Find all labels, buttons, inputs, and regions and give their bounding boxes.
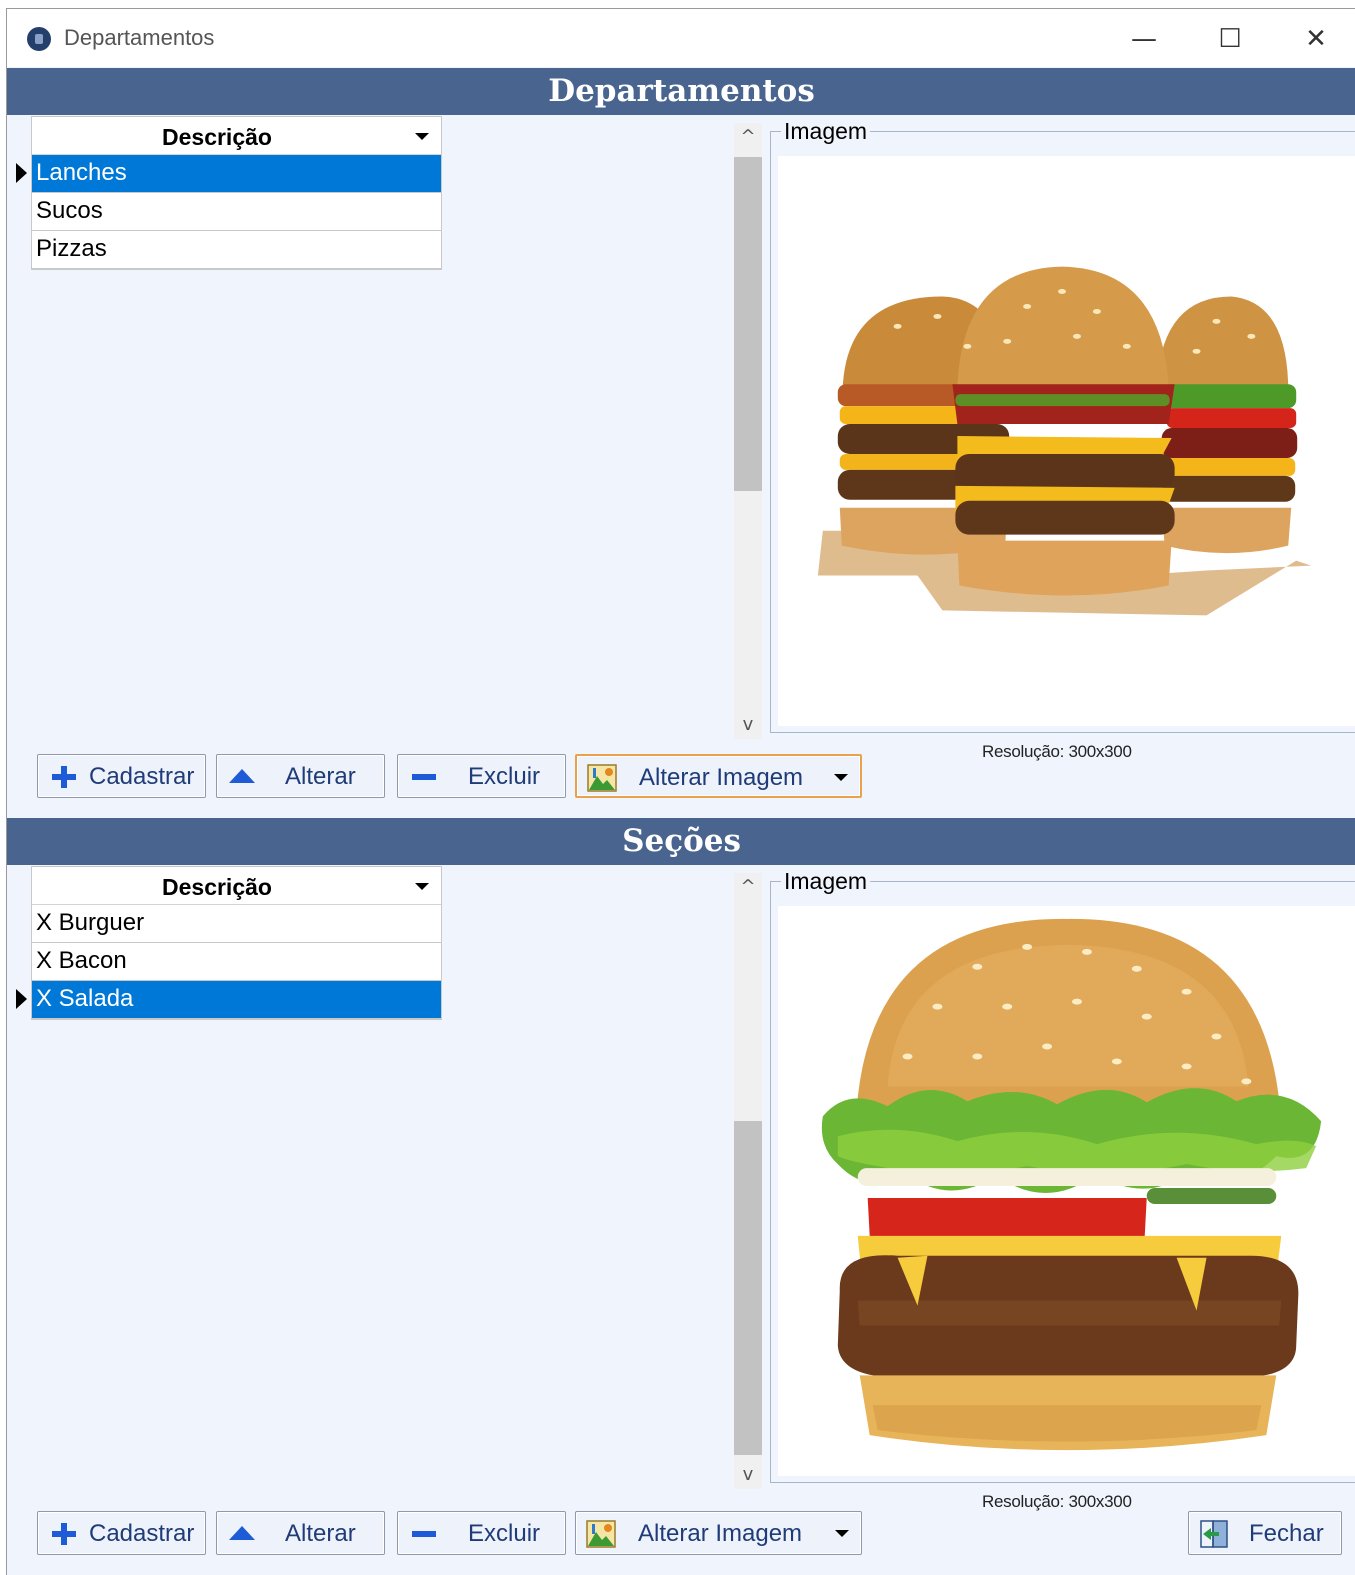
table-row[interactable]: Sucos	[32, 193, 441, 231]
picture-icon	[587, 764, 617, 792]
scroll-thumb[interactable]	[734, 157, 762, 491]
alterar-imagem-button[interactable]: Alterar Imagem	[575, 1511, 862, 1555]
plus-icon	[52, 1523, 76, 1545]
burger-trio-image[interactable]	[778, 156, 1355, 726]
table-row[interactable]: Lanches	[32, 155, 441, 193]
table-row[interactable]: X Burguer	[32, 905, 441, 943]
title-bar[interactable]: Departamentos — ☐ ✕	[7, 9, 1355, 67]
table-row[interactable]: X Bacon	[32, 943, 441, 981]
chevron-down-icon[interactable]	[415, 133, 429, 140]
column-descricao: Descrição	[162, 874, 272, 900]
excluir-button[interactable]: Excluir	[397, 1511, 566, 1555]
burger-trio-icon	[817, 266, 1312, 616]
row-pointer-icon	[16, 989, 27, 1009]
grid-column-header[interactable]: Descrição	[32, 867, 441, 905]
triangle-up-icon	[229, 1526, 255, 1540]
resolution-label: Resolução: 300x300	[982, 1492, 1132, 1511]
chevron-down-icon[interactable]	[834, 774, 848, 781]
secoes-image-group: Imagem	[770, 868, 1355, 1483]
scroll-thumb[interactable]	[734, 1121, 762, 1455]
row-pointer-icon	[16, 163, 27, 183]
picture-icon	[586, 1520, 616, 1548]
departamentos-image-group: Imagem	[770, 118, 1355, 733]
scroll-down-icon[interactable]: v	[734, 711, 762, 739]
excluir-button[interactable]: Excluir	[397, 754, 566, 798]
alterar-button[interactable]: Alterar	[216, 754, 385, 798]
table-row[interactable]: Pizzas	[32, 231, 441, 269]
grid-column-header[interactable]: Descrição	[32, 117, 441, 155]
image-group-label: Imagem	[781, 118, 871, 144]
cadastrar-button[interactable]: Cadastrar	[37, 1511, 206, 1555]
fechar-button[interactable]: Fechar	[1188, 1511, 1342, 1555]
departamentos-window: Departamentos — ☐ ✕ Departamentos Descri…	[6, 8, 1355, 1575]
cadastrar-button[interactable]: Cadastrar	[37, 754, 206, 798]
alterar-button[interactable]: Alterar	[216, 1511, 385, 1555]
minimize-button[interactable]: —	[1114, 17, 1174, 61]
minus-icon	[412, 766, 436, 788]
departamentos-header: Departamentos	[7, 68, 1355, 115]
close-button[interactable]: ✕	[1286, 17, 1346, 61]
x-salada-icon	[821, 918, 1322, 1451]
image-group-label: Imagem	[781, 868, 871, 894]
departamentos-grid[interactable]: Descrição Lanches Sucos Pizzas	[31, 116, 442, 270]
chevron-down-icon[interactable]	[415, 883, 429, 890]
exit-door-icon	[1199, 1519, 1231, 1549]
secoes-scrollbar[interactable]: ^ v	[734, 873, 762, 1489]
scroll-up-icon[interactable]: ^	[734, 123, 762, 151]
triangle-up-icon	[229, 769, 255, 783]
scroll-down-icon[interactable]: v	[734, 1461, 762, 1489]
alterar-imagem-button[interactable]: Alterar Imagem	[575, 754, 862, 798]
app-icon	[27, 27, 51, 51]
plus-icon	[52, 766, 76, 788]
scroll-up-icon[interactable]: ^	[734, 873, 762, 901]
resolution-label: Resolução: 300x300	[982, 742, 1132, 761]
departamentos-scrollbar[interactable]: ^ v	[734, 123, 762, 739]
secoes-grid[interactable]: Descrição X Burguer X Bacon X Salada	[31, 866, 442, 1020]
chevron-down-icon[interactable]	[835, 1530, 849, 1537]
minus-icon	[412, 1523, 436, 1545]
maximize-button[interactable]: ☐	[1200, 17, 1260, 61]
table-row[interactable]: X Salada	[32, 981, 441, 1019]
column-descricao: Descrição	[162, 124, 272, 150]
window-title: Departamentos	[64, 25, 215, 50]
secoes-header: Seções	[7, 818, 1355, 865]
x-salada-image[interactable]	[778, 906, 1355, 1476]
